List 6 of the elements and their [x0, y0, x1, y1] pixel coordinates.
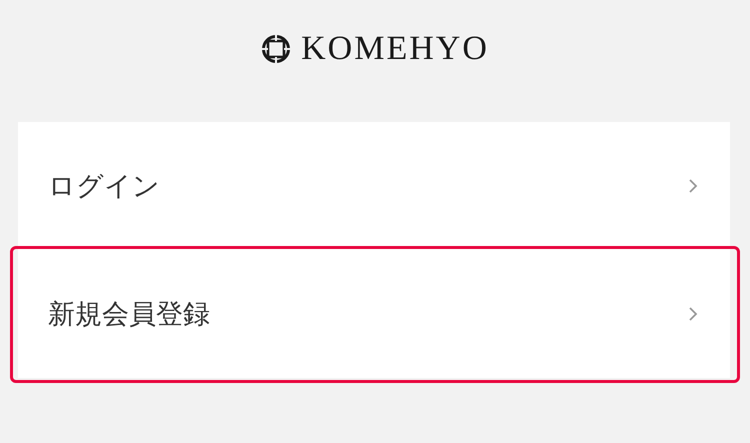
- logo-icon: [261, 34, 292, 64]
- chevron-icon: [688, 306, 698, 322]
- menu-item[interactable]: 新規会員登録: [18, 250, 730, 378]
- chevron-icon: [688, 178, 698, 194]
- menu-item[interactable]: ログイン: [18, 122, 730, 250]
- logo-text: KOMEHYO: [301, 30, 489, 68]
